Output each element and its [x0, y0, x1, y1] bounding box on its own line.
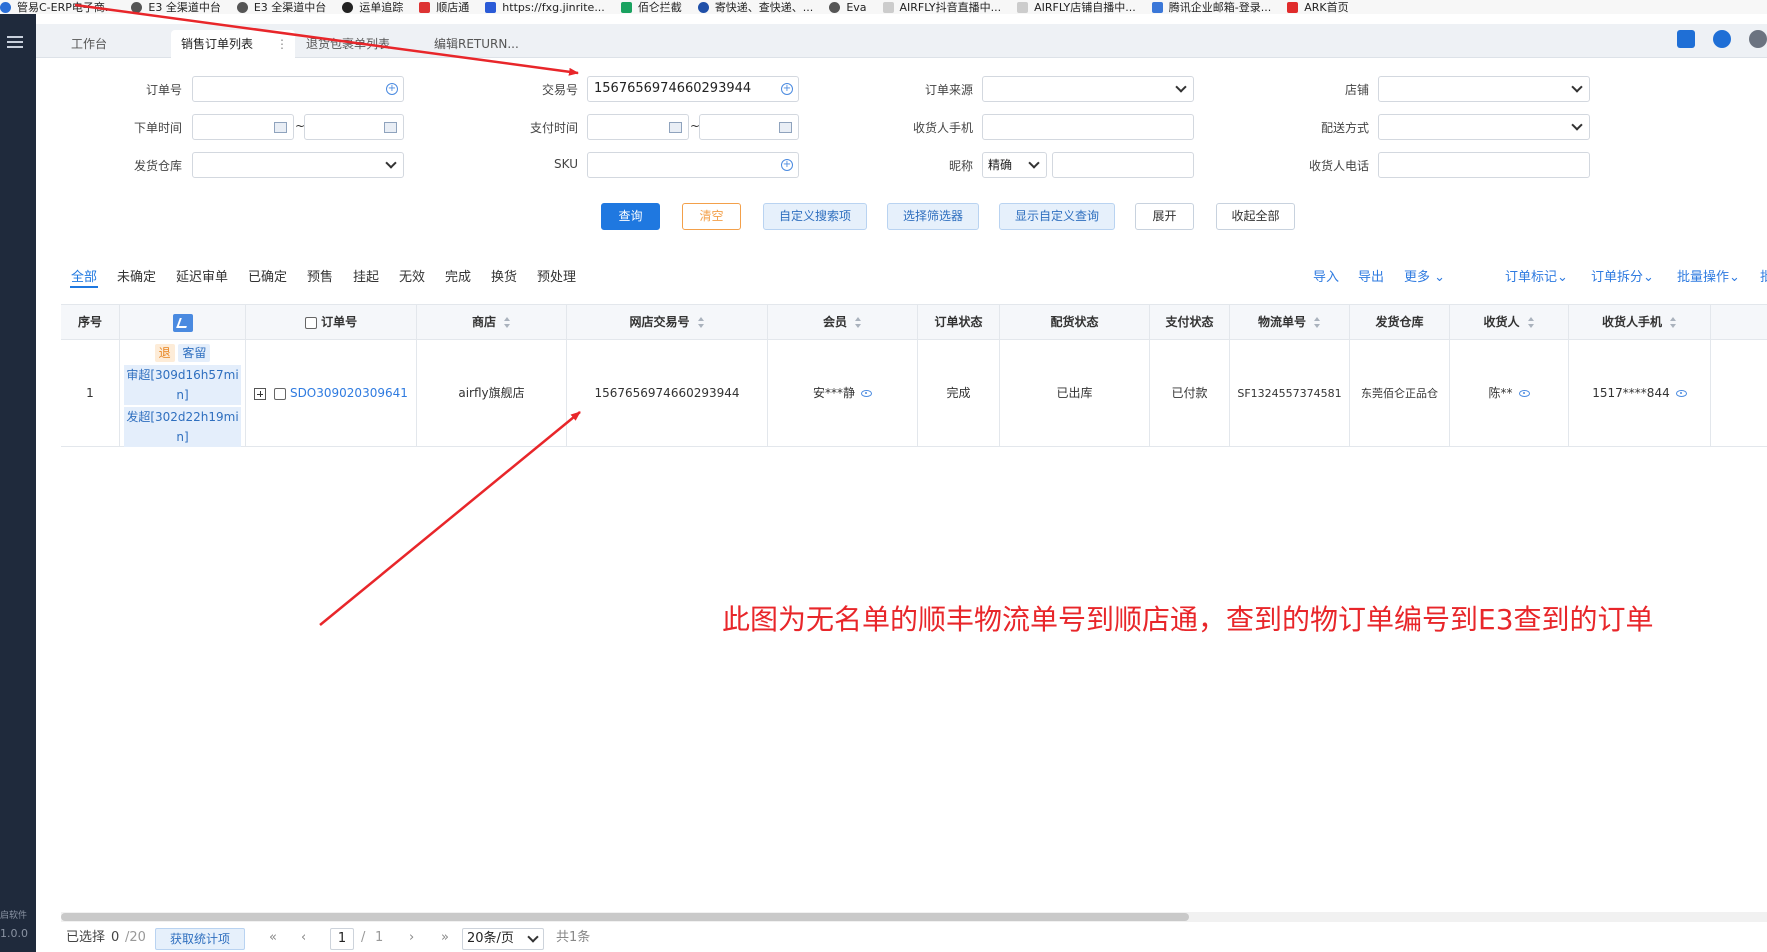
app-root: 管易C-ERP电子商... E3 全渠道中台 E3 全渠道中台 运单追踪 顺店通… [0, 0, 1767, 952]
annotation-arrow-to-trade-cell [319, 411, 581, 626]
annotation-arrows [74, 3, 581, 626]
annotation-text: 此图为无名单的顺丰物流单号到顺店通，查到的物订单编号到E3查到的订单 [722, 603, 1654, 636]
annotation-arrow-to-trade-no [74, 3, 579, 76]
